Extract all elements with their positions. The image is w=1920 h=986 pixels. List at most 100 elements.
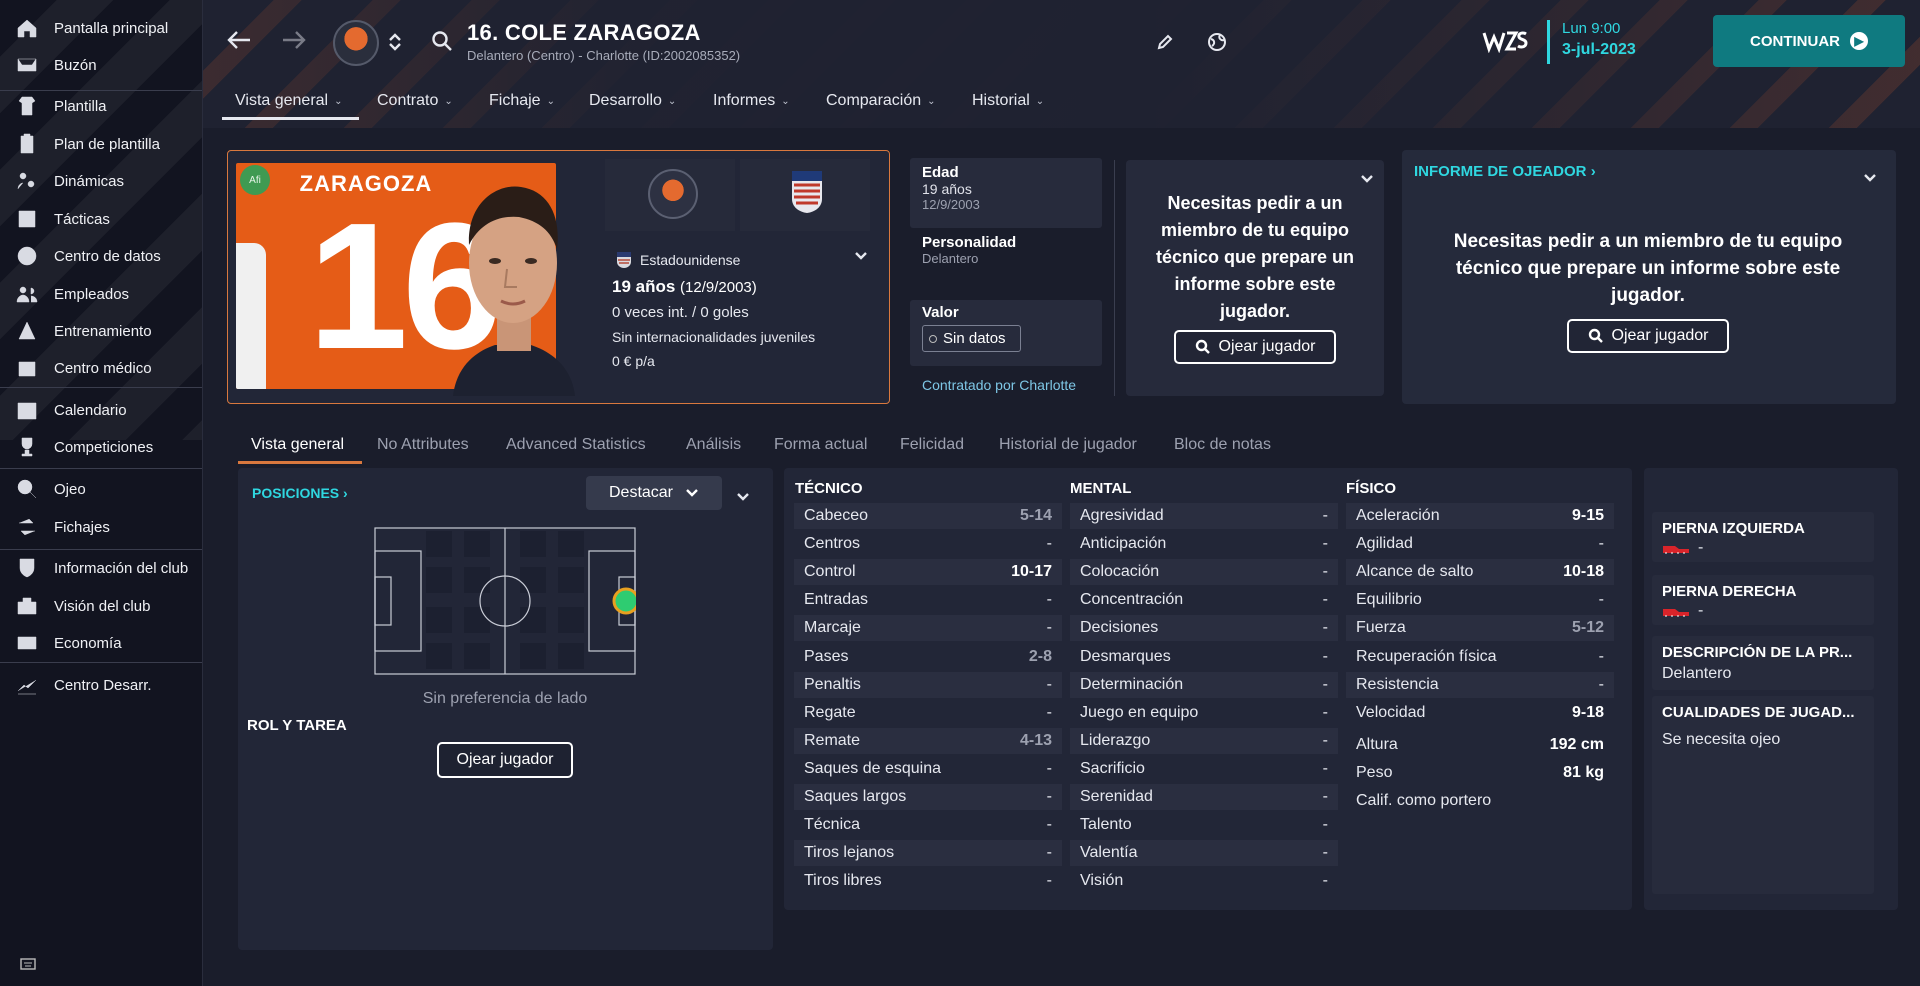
sidebar-item-training[interactable]: Entrenamiento: [0, 311, 202, 351]
attribute-row[interactable]: Técnica -: [794, 812, 1062, 838]
scout-report-title[interactable]: INFORME DE OJEADOR ›: [1414, 163, 1596, 180]
scout-report-title-label: INFORME DE OJEADOR: [1414, 163, 1587, 180]
attribute-row[interactable]: Pases 2-8: [794, 644, 1062, 670]
sidebar-item-calendar[interactable]: Calendario: [0, 390, 202, 430]
attribute-row[interactable]: Marcaje -: [794, 615, 1062, 642]
attribute-row[interactable]: Cabeceo 5-14: [794, 503, 1062, 529]
contracted-by-link[interactable]: Contratado por Charlotte: [922, 377, 1076, 393]
scout-request-message: Necesitas pedir a un miembro de tu equip…: [1155, 193, 1355, 321]
sidebar-item-trophy[interactable]: Competiciones: [0, 427, 202, 467]
player-up-down-button[interactable]: [385, 24, 405, 60]
back-button[interactable]: [223, 24, 255, 56]
highlight-dropdown[interactable]: Destacar: [586, 476, 722, 510]
tab-5[interactable]: Comparación ⌄: [826, 92, 936, 110]
attribute-row[interactable]: Talento -: [1070, 812, 1338, 838]
sidebar-item-finances[interactable]: Economía: [0, 623, 202, 663]
subtab-1[interactable]: No Attributes: [377, 436, 469, 454]
game-date[interactable]: Lun 9:00 3-jul-2023: [1547, 20, 1636, 64]
attribute-row[interactable]: Saques de esquina -: [794, 756, 1062, 782]
keyboard-icon[interactable]: [20, 958, 36, 970]
subtab-2[interactable]: Advanced Statistics: [506, 436, 646, 454]
tab-3[interactable]: Desarrollo ⌄: [589, 92, 676, 110]
attribute-row[interactable]: Velocidad 9-18: [1346, 700, 1614, 726]
sidebar-item-transfers[interactable]: Fichajes: [0, 507, 202, 547]
attribute-row[interactable]: Tiros libres -: [794, 868, 1062, 894]
tab-2[interactable]: Fichaje ⌄: [489, 92, 555, 110]
chevron-down-icon[interactable]: [1863, 173, 1877, 183]
sidebar-item-data-hub[interactable]: Centro de datos: [0, 236, 202, 276]
attribute-row[interactable]: Equilibrio -: [1346, 587, 1614, 613]
chevron-down-icon[interactable]: [854, 249, 868, 263]
tab-6[interactable]: Historial ⌄: [972, 92, 1044, 110]
sidebar-item-scouting[interactable]: Ojeo: [0, 469, 202, 509]
attribute-row[interactable]: Recuperación física -: [1346, 644, 1614, 670]
attribute-row[interactable]: Tiros lejanos -: [794, 840, 1062, 867]
attribute-row[interactable]: Penaltis -: [794, 671, 1062, 698]
attribute-row[interactable]: Aceleración 9-15: [1346, 503, 1614, 529]
attribute-row[interactable]: Regate -: [794, 700, 1062, 726]
attribute-name: Anticipación: [1080, 535, 1167, 553]
scout-report-button[interactable]: Ojear jugador: [1567, 319, 1729, 353]
sidebar-item-club-vision[interactable]: Visión del club: [0, 586, 202, 626]
attribute-row[interactable]: Entradas -: [794, 587, 1062, 613]
sidebar-item-medical[interactable]: Centro médico: [0, 348, 202, 388]
world-button[interactable]: [1203, 28, 1231, 56]
attribute-row[interactable]: Valentía -: [1070, 840, 1338, 867]
sidebar-item-tactics[interactable]: Tácticas: [0, 199, 202, 239]
attribute-row[interactable]: Colocación -: [1070, 559, 1338, 586]
subtab-3[interactable]: Análisis: [686, 436, 741, 454]
position-marker[interactable]: [612, 587, 636, 615]
attribute-row[interactable]: Fuerza 5-12: [1346, 615, 1614, 642]
edit-button[interactable]: [1153, 30, 1177, 54]
wts-logo-icon[interactable]: [1481, 26, 1529, 56]
search-button[interactable]: [429, 28, 455, 54]
sidebar-item-home[interactable]: Pantalla principal: [0, 8, 202, 48]
sidebar-divider: [0, 387, 202, 388]
tab-1[interactable]: Contrato ⌄: [377, 92, 453, 110]
club-crest-icon[interactable]: [648, 169, 698, 219]
scout-player-button[interactable]: Ojear jugador: [437, 742, 573, 778]
attribute-row[interactable]: Juego en equipo -: [1070, 700, 1338, 726]
sidebar-item-dev-centre[interactable]: Centro Desarr.: [0, 665, 202, 705]
tab-4[interactable]: Informes ⌄: [713, 92, 790, 110]
sidebar-item-club-info[interactable]: Información del club: [0, 548, 202, 588]
positions-title[interactable]: POSICIONES ›: [252, 485, 348, 501]
attribute-row[interactable]: Visión -: [1070, 868, 1338, 894]
subtab-4[interactable]: Forma actual: [774, 436, 867, 454]
forward-button[interactable]: [278, 24, 310, 56]
club-crest-icon[interactable]: [333, 20, 379, 66]
attribute-row[interactable]: Desmarques -: [1070, 644, 1338, 670]
subtab-7[interactable]: Bloc de notas: [1174, 436, 1271, 454]
attribute-row[interactable]: Remate 4-13: [794, 727, 1062, 754]
attribute-row[interactable]: Anticipación -: [1070, 531, 1338, 557]
usa-flag-icon[interactable]: [790, 169, 824, 215]
attribute-row[interactable]: Resistencia -: [1346, 671, 1614, 698]
scout-player-button[interactable]: Ojear jugador: [1174, 330, 1336, 364]
attribute-row[interactable]: Liderazgo -: [1070, 727, 1338, 754]
chevron-down-icon[interactable]: [736, 492, 750, 502]
subtab-6[interactable]: Historial de jugador: [999, 436, 1137, 454]
attribute-row[interactable]: Alcance de salto 10-18: [1346, 559, 1614, 586]
value-button[interactable]: Sin datos: [922, 325, 1021, 352]
subtab-0[interactable]: Vista general: [251, 436, 344, 454]
afi-badge[interactable]: Afi: [240, 165, 270, 195]
attribute-row[interactable]: Centros -: [794, 531, 1062, 557]
attribute-row[interactable]: Determinación -: [1070, 671, 1338, 698]
tab-0[interactable]: Vista general ⌄: [235, 92, 343, 110]
subtab-5[interactable]: Felicidad: [900, 436, 964, 454]
continue-button[interactable]: CONTINUAR ▶: [1713, 15, 1905, 67]
sidebar-item-staff[interactable]: Empleados: [0, 274, 202, 314]
attribute-row[interactable]: Concentración -: [1070, 587, 1338, 613]
sidebar-item-clipboard[interactable]: Plan de plantilla: [0, 124, 202, 164]
sidebar-item-dynamics[interactable]: Dinámicas: [0, 161, 202, 201]
chevron-down-icon[interactable]: [1360, 174, 1374, 184]
attribute-row[interactable]: Agresividad -: [1070, 503, 1338, 529]
attribute-row[interactable]: Saques largos -: [794, 784, 1062, 810]
attribute-row[interactable]: Decisiones -: [1070, 615, 1338, 642]
attribute-row[interactable]: Control 10-17: [794, 559, 1062, 586]
attribute-row[interactable]: Serenidad -: [1070, 784, 1338, 810]
attribute-row[interactable]: Sacrificio -: [1070, 756, 1338, 782]
sidebar-item-inbox[interactable]: Buzón: [0, 45, 202, 85]
attribute-row[interactable]: Agilidad -: [1346, 531, 1614, 557]
sidebar-item-squad[interactable]: Plantilla: [0, 86, 202, 126]
